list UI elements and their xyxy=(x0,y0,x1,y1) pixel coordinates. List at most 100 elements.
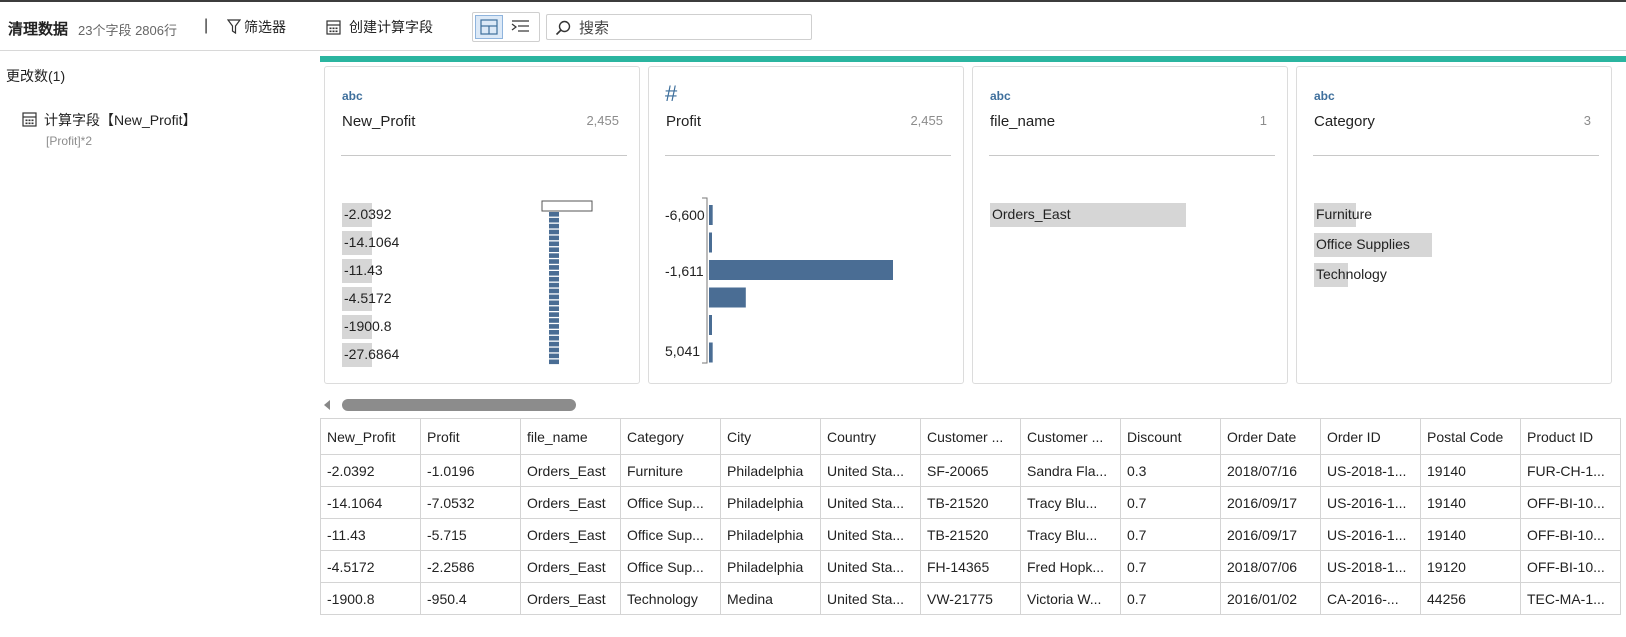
table-cell[interactable]: FH-14365 xyxy=(920,550,1021,583)
table-cell[interactable]: United Sta... xyxy=(820,518,921,551)
histogram-bar[interactable] xyxy=(709,205,713,225)
table-cell[interactable]: Office Sup... xyxy=(620,486,721,519)
table-cell[interactable]: -1900.8 xyxy=(320,582,421,615)
table-cell[interactable]: VW-21775 xyxy=(920,582,1021,615)
table-cell[interactable]: 0.7 xyxy=(1120,486,1221,519)
table-cell[interactable]: 0.3 xyxy=(1120,454,1221,487)
table-cell[interactable]: Orders_East xyxy=(520,518,621,551)
table-cell[interactable]: -1.0196 xyxy=(420,454,521,487)
table-cell[interactable]: OFF-BI-10... xyxy=(1520,518,1621,551)
table-cell[interactable]: US-2016-1... xyxy=(1320,518,1421,551)
table-cell[interactable]: Sandra Fla... xyxy=(1020,454,1121,487)
profile-card-file-name[interactable]: abc file_name 1 Orders_East xyxy=(972,66,1288,384)
column-header[interactable]: New_Profit xyxy=(320,418,421,455)
histogram-bar[interactable] xyxy=(709,342,713,363)
table-row[interactable]: -4.5172 -2.2586 Orders_East Office Sup... Ph… xyxy=(320,550,1621,583)
table-cell[interactable]: 19140 xyxy=(1420,518,1521,551)
column-header[interactable]: file_name xyxy=(520,418,621,455)
table-cell[interactable]: Victoria W... xyxy=(1020,582,1121,615)
create-calculated-field-button[interactable]: 创建计算字段 xyxy=(326,16,433,38)
column-header[interactable]: Profit xyxy=(420,418,521,455)
column-header[interactable]: Country xyxy=(820,418,921,455)
histogram-bar[interactable] xyxy=(709,287,746,308)
profile-card-category[interactable]: abc Category 3 Furniture Office Supplies… xyxy=(1296,66,1612,384)
table-cell[interactable]: Orders_East xyxy=(520,550,621,583)
table-cell[interactable]: US-2018-1... xyxy=(1320,454,1421,487)
table-cell[interactable]: United Sta... xyxy=(820,582,921,615)
table-cell[interactable]: Fred Hopk... xyxy=(1020,550,1121,583)
column-header[interactable]: Product ID xyxy=(1520,418,1621,455)
table-cell[interactable]: 19140 xyxy=(1420,454,1521,487)
table-cell[interactable]: 0.7 xyxy=(1120,518,1221,551)
table-cell[interactable]: Orders_East xyxy=(520,454,621,487)
filter-button[interactable]: 筛选器 xyxy=(227,16,286,38)
table-cell[interactable]: US-2016-1... xyxy=(1320,486,1421,519)
table-cell[interactable]: 2018/07/06 xyxy=(1220,550,1321,583)
histogram-bar[interactable] xyxy=(709,315,712,335)
column-header[interactable]: Order Date xyxy=(1220,418,1321,455)
table-cell[interactable]: OFF-BI-10... xyxy=(1520,550,1621,583)
table-cell[interactable]: Philadelphia xyxy=(720,518,821,551)
table-row[interactable]: -1900.8 -950.4 Orders_East Technology Medina… xyxy=(320,582,1621,615)
table-cell[interactable]: Technology xyxy=(620,582,721,615)
table-cell[interactable]: United Sta... xyxy=(820,486,921,519)
column-header[interactable]: Order ID xyxy=(1320,418,1421,455)
profit-histogram[interactable] xyxy=(701,197,913,365)
value-distribution-scroller[interactable] xyxy=(541,200,595,366)
table-cell[interactable]: -2.2586 xyxy=(420,550,521,583)
histogram-bar[interactable] xyxy=(709,232,712,253)
profile-view-button[interactable] xyxy=(475,15,503,39)
table-cell[interactable]: -11.43 xyxy=(320,518,421,551)
column-header[interactable]: Postal Code xyxy=(1420,418,1521,455)
profile-card-new-profit[interactable]: abc New_Profit 2,455 -2.0392 -14.1064 -1… xyxy=(324,66,640,384)
table-cell[interactable]: Philadelphia xyxy=(720,454,821,487)
histogram-bar[interactable] xyxy=(709,260,893,280)
table-cell[interactable]: -5.715 xyxy=(420,518,521,551)
table-cell[interactable]: TEC-MA-1... xyxy=(1520,582,1621,615)
table-cell[interactable]: Philadelphia xyxy=(720,550,821,583)
horizontal-scrollbar-thumb[interactable] xyxy=(342,399,576,411)
table-cell[interactable]: Office Sup... xyxy=(620,550,721,583)
table-cell[interactable]: 19120 xyxy=(1420,550,1521,583)
table-cell[interactable]: TB-21520 xyxy=(920,518,1021,551)
table-cell[interactable]: 2016/09/17 xyxy=(1220,518,1321,551)
table-cell[interactable]: FUR-CH-1... xyxy=(1520,454,1621,487)
table-cell[interactable]: Orders_East xyxy=(520,486,621,519)
table-cell[interactable]: 2016/01/02 xyxy=(1220,582,1321,615)
table-cell[interactable]: -4.5172 xyxy=(320,550,421,583)
column-header[interactable]: Category xyxy=(620,418,721,455)
table-cell[interactable]: -2.0392 xyxy=(320,454,421,487)
table-cell[interactable]: 0.7 xyxy=(1120,550,1221,583)
table-cell[interactable]: 19140 xyxy=(1420,486,1521,519)
column-header[interactable]: City xyxy=(720,418,821,455)
table-cell[interactable]: Furniture xyxy=(620,454,721,487)
table-cell[interactable]: Tracy Blu... xyxy=(1020,518,1121,551)
table-row[interactable]: -11.43 -5.715 Orders_East Office Sup... Phil… xyxy=(320,518,1621,551)
table-cell[interactable]: -14.1064 xyxy=(320,486,421,519)
table-cell[interactable]: Tracy Blu... xyxy=(1020,486,1121,519)
table-row[interactable]: -2.0392 -1.0196 Orders_East Furniture Philad… xyxy=(320,454,1621,487)
table-cell[interactable]: Philadelphia xyxy=(720,486,821,519)
table-row[interactable]: -14.1064 -7.0532 Orders_East Office Sup... P… xyxy=(320,486,1621,519)
table-cell[interactable]: OFF-BI-10... xyxy=(1520,486,1621,519)
table-cell[interactable]: SF-20065 xyxy=(920,454,1021,487)
search-input[interactable] xyxy=(577,17,809,39)
table-cell[interactable]: Office Sup... xyxy=(620,518,721,551)
column-header[interactable]: Customer ... xyxy=(1020,418,1121,455)
scroll-left-arrow-icon[interactable] xyxy=(324,400,330,410)
table-cell[interactable]: CA-2016-... xyxy=(1320,582,1421,615)
table-cell[interactable]: US-2018-1... xyxy=(1320,550,1421,583)
list-view-button[interactable] xyxy=(507,15,535,39)
column-header[interactable]: Discount xyxy=(1120,418,1221,455)
table-cell[interactable]: 2016/09/17 xyxy=(1220,486,1321,519)
table-cell[interactable]: -7.0532 xyxy=(420,486,521,519)
table-cell[interactable]: United Sta... xyxy=(820,550,921,583)
table-cell[interactable]: TB-21520 xyxy=(920,486,1021,519)
table-cell[interactable]: 2018/07/16 xyxy=(1220,454,1321,487)
table-cell[interactable]: United Sta... xyxy=(820,454,921,487)
profile-card-profit[interactable]: # Profit 2,455 -6,600 -1,611 5,041 xyxy=(648,66,964,384)
table-cell[interactable]: -950.4 xyxy=(420,582,521,615)
table-cell[interactable]: Orders_East xyxy=(520,582,621,615)
table-cell[interactable]: 44256 xyxy=(1420,582,1521,615)
column-header[interactable]: Customer ... xyxy=(920,418,1021,455)
